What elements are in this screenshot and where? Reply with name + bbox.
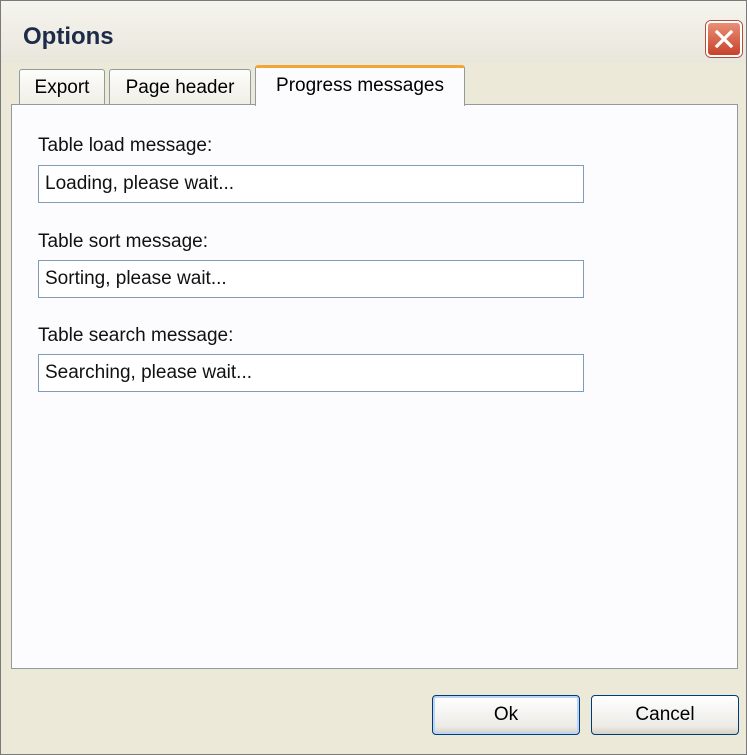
table-sort-message-label: Table sort message: (38, 231, 209, 252)
table-sort-message-input[interactable] (38, 260, 584, 298)
cancel-button[interactable]: Cancel (591, 695, 739, 735)
progress-messages-panel: Table load message: Table sort message: … (11, 104, 738, 669)
table-search-message-label: Table search message: (38, 325, 234, 346)
dialog-title: Options (23, 23, 114, 50)
close-button[interactable] (706, 21, 742, 57)
table-load-message-input[interactable] (38, 165, 584, 203)
options-dialog: Options Export Page header Progress mess… (0, 0, 747, 755)
tab-strip: Export Page header Progress messages (11, 65, 738, 106)
title-bar[interactable]: Options (1, 1, 746, 63)
tab-progress-messages[interactable]: Progress messages (255, 65, 465, 106)
tab-export[interactable]: Export (19, 69, 105, 105)
close-icon (714, 29, 734, 49)
table-load-message-label: Table load message: (38, 135, 213, 156)
table-search-message-input[interactable] (38, 354, 584, 392)
tab-page-header[interactable]: Page header (109, 69, 251, 105)
dialog-footer: Ok Cancel (1, 669, 746, 754)
ok-button[interactable]: Ok (432, 695, 580, 735)
